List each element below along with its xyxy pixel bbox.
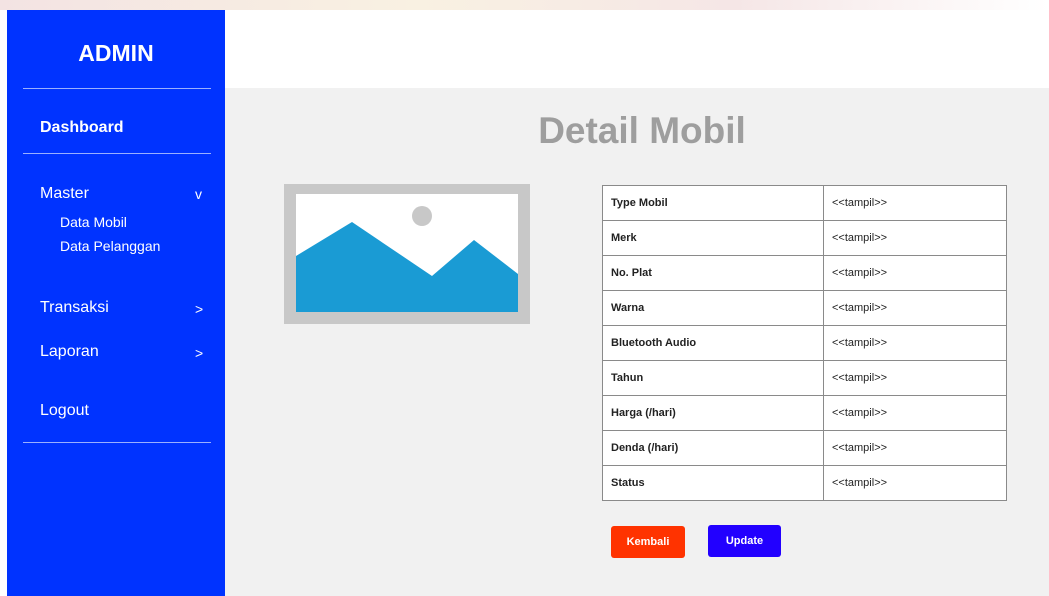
detail-label: Warna [602,290,824,326]
back-button[interactable]: Kembali [611,526,685,558]
detail-value: <<tampil>> [823,220,1007,256]
detail-label: Type Mobil [602,185,824,221]
detail-value: <<tampil>> [823,325,1007,361]
detail-label: Harga (/hari) [602,395,824,431]
update-button[interactable]: Update [708,525,781,557]
detail-value: <<tampil>> [823,290,1007,326]
sidebar-divider [23,88,211,89]
chevron-right-icon[interactable]: > [195,345,203,361]
sidebar-item-dashboard[interactable]: Dashboard [40,119,124,137]
detail-value: <<tampil>> [823,395,1007,431]
detail-label: Tahun [602,360,824,396]
table-row: Tahun <<tampil>> [602,360,1007,396]
sidebar-divider [23,442,211,443]
image-placeholder-icon [284,184,530,324]
table-row: Denda (/hari) <<tampil>> [602,430,1007,466]
sidebar: ADMIN Dashboard Master v Data Mobil Data… [7,10,225,596]
sidebar-divider [23,153,211,154]
sidebar-item-transaksi[interactable]: Transaksi [40,299,109,317]
table-row: Bluetooth Audio <<tampil>> [602,325,1007,361]
detail-value: <<tampil>> [823,255,1007,291]
sidebar-subitem-data-pelanggan[interactable]: Data Pelanggan [60,238,160,254]
sidebar-subitem-data-mobil[interactable]: Data Mobil [60,214,127,230]
sidebar-item-master[interactable]: Master [40,185,89,203]
detail-label: Merk [602,220,824,256]
detail-label: No. Plat [602,255,824,291]
chevron-down-icon[interactable]: v [195,186,202,202]
table-row: Merk <<tampil>> [602,220,1007,256]
detail-value: <<tampil>> [823,360,1007,396]
top-strip [0,0,1049,10]
detail-value: <<tampil>> [823,185,1007,221]
detail-table: Type Mobil <<tampil>> Merk <<tampil>> No. Pl… [602,185,1007,501]
detail-label: Denda (/hari) [602,430,824,466]
brand-title: ADMIN [78,40,154,66]
page-title: Detail Mobil [538,110,746,151]
detail-value: <<tampil>> [823,430,1007,466]
table-row: Type Mobil <<tampil>> [602,185,1007,221]
chevron-right-icon[interactable]: > [195,301,203,317]
detail-label: Status [602,465,824,501]
sidebar-item-laporan[interactable]: Laporan [40,343,99,361]
table-row: Warna <<tampil>> [602,290,1007,326]
table-row: No. Plat <<tampil>> [602,255,1007,291]
top-header [225,10,1049,88]
table-row: Status <<tampil>> [602,465,1007,501]
detail-value: <<tampil>> [823,465,1007,501]
detail-label: Bluetooth Audio [602,325,824,361]
table-row: Harga (/hari) <<tampil>> [602,395,1007,431]
sidebar-item-logout[interactable]: Logout [40,402,89,420]
main-content: Detail Mobil Type Mobil <<tampil>> Merk <<t… [225,88,1049,596]
